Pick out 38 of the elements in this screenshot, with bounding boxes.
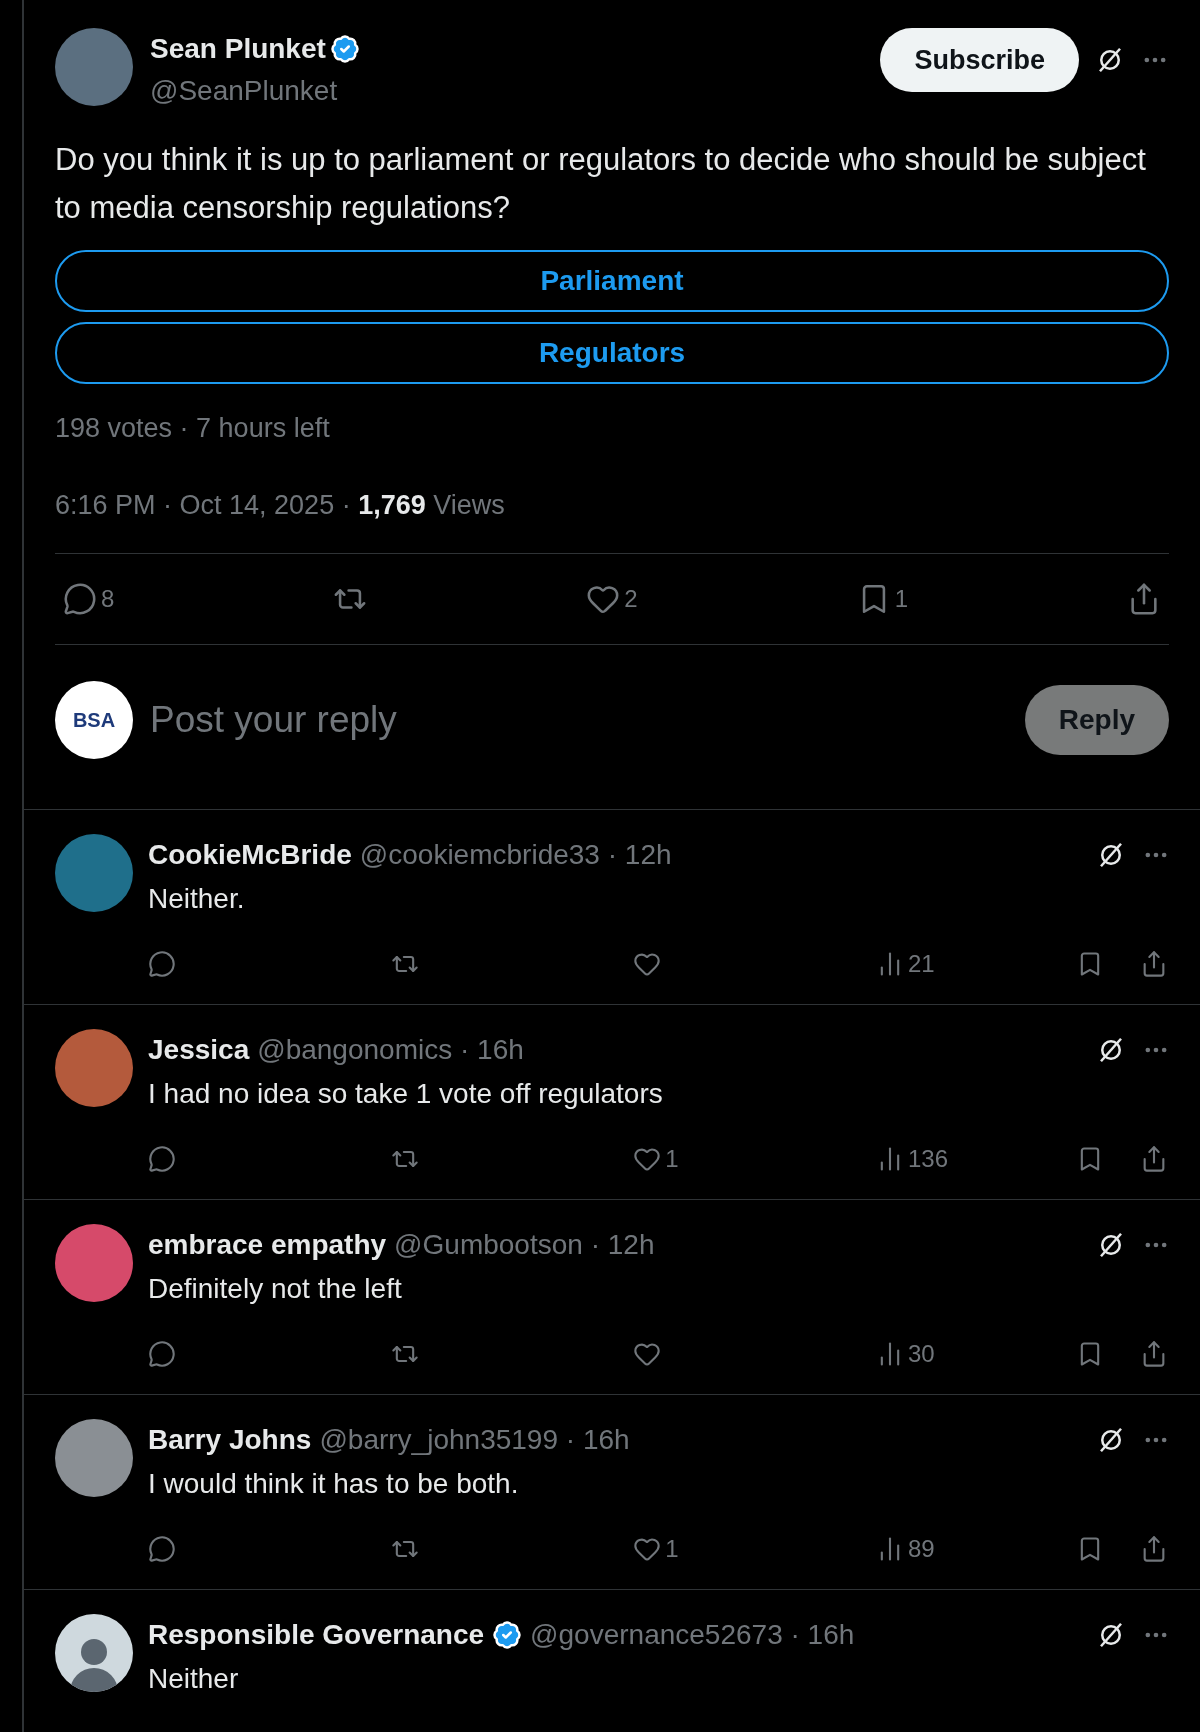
reply-text: Definitely not the left (148, 1272, 403, 1306)
speech-bubble-icon[interactable] (148, 1535, 176, 1563)
poll-summary: 198 votes · 7 hours left (55, 412, 331, 445)
action-count: 8 (101, 584, 115, 614)
post-meta: 6:16 PM · Oct 14, 2025 · 1,769 Views (55, 488, 506, 522)
post-text: Do you think it is up to parliament or regulators to decide who should be subject to media censorship regulations? (55, 141, 1147, 227)
reply-handle-time: @cookiemcbride33 · 12h (359, 838, 672, 872)
subscribe-button[interactable]: Subscribe (880, 28, 1079, 92)
reply-author-name[interactable]: embrace empathy (148, 1224, 387, 1266)
speech-bubble-icon[interactable] (63, 582, 97, 616)
reply-text: Neither (148, 1662, 240, 1696)
reply-handle-time: @bangonomics · 16h (257, 1033, 524, 1067)
poll-option[interactable]: Parliament (55, 250, 1169, 312)
author-handle[interactable]: @SeanPlunket (150, 70, 360, 112)
action-count: 136 (907, 1144, 948, 1174)
speech-bubble-icon[interactable] (148, 1145, 176, 1173)
action-count: 30 (907, 1339, 935, 1369)
speech-bubble-icon[interactable] (148, 950, 176, 978)
reply-author-name[interactable]: Barry Johns (148, 1419, 312, 1461)
speech-bubble-icon[interactable] (148, 1340, 176, 1368)
reply-handle-time: @governance52673 · 16h (530, 1618, 855, 1652)
action-count: 1 (665, 1144, 679, 1174)
action-count: 1 (665, 1534, 679, 1564)
author-name[interactable]: Sean Plunket (150, 28, 326, 70)
poll-option[interactable]: Regulators (55, 322, 1169, 384)
bsa-logo-avatar: BSA (55, 681, 133, 759)
action-count: 89 (907, 1534, 935, 1564)
reply-handle-time: @barry_john35199 · 16h (319, 1423, 630, 1457)
action-count: 2 (624, 584, 638, 614)
reply-text: I would think it has to be both. (148, 1467, 520, 1501)
reply-text: Neither. (148, 882, 246, 916)
reply-handle-time: @Gumbootson · 12h (394, 1228, 655, 1262)
reply-author-name[interactable]: CookieMcBride (148, 834, 352, 876)
reply-author-name[interactable]: Responsible Governance (148, 1614, 485, 1656)
reply-author-name[interactable]: Jessica (148, 1029, 250, 1071)
action-count: 1 (894, 584, 908, 614)
reply-text: I had no idea so take 1 vote off regulators (148, 1077, 664, 1111)
action-count: 21 (907, 949, 935, 979)
